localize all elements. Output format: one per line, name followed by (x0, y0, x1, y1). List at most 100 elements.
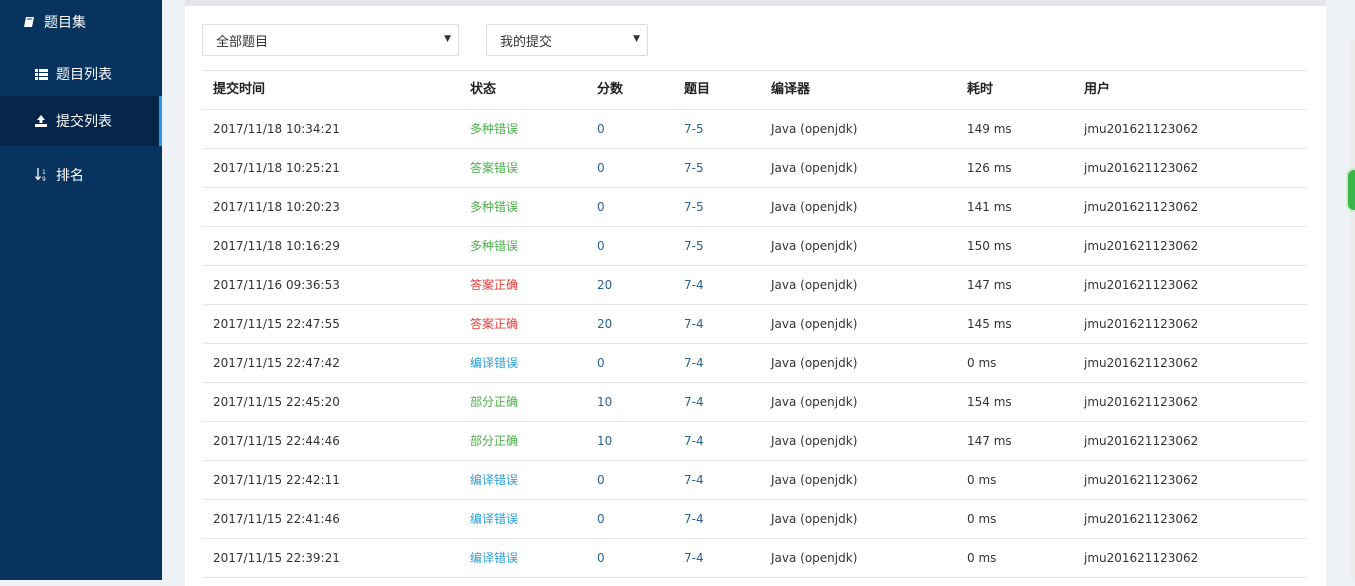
cell-submit-time: 2017/11/15 22:44:46 (213, 434, 340, 448)
table-row: 2017/11/15 22:44:46 部分正确 10 7-4 Java (openjd… (202, 422, 1307, 461)
cell-score[interactable]: 0 (597, 188, 605, 226)
cell-score[interactable]: 0 (597, 344, 605, 382)
table-header-row: 提交时间 状态 分数 题目 编译器 耗时 用户 (202, 71, 1307, 110)
cell-problem[interactable]: 7-4 (684, 305, 704, 343)
sidebar-item-label: 题目集 (44, 15, 86, 31)
cell-user: jmu201621123062 (1084, 278, 1199, 292)
cell-problem[interactable]: 7-4 (684, 383, 704, 421)
cell-problem[interactable]: 7-5 (684, 110, 704, 148)
cell-user: jmu201621123062 (1084, 434, 1199, 448)
cell-duration: 0 ms (967, 512, 997, 526)
table-row: 2017/11/18 10:16:29 多种错误 0 7-5 Java (openjdk… (202, 227, 1307, 266)
cell-duration: 147 ms (967, 434, 1012, 448)
cell-score[interactable]: 0 (597, 110, 605, 148)
sidebar-item-label: 题目列表 (56, 67, 112, 83)
cell-status[interactable]: 编译错误 (470, 539, 518, 577)
table-row: 2017/11/15 22:42:11 编译错误 0 7-4 Java (openjdk… (202, 461, 1307, 500)
cell-duration: 145 ms (967, 317, 1012, 331)
table-row: 2017/11/18 10:20:23 多种错误 0 7-5 Java (openjdk… (202, 188, 1307, 227)
cell-status[interactable]: 多种错误 (470, 227, 518, 265)
cell-duration: 141 ms (967, 200, 1012, 214)
dropdown-arrow-icon: ▼ (633, 34, 640, 44)
submission-filter-select[interactable]: 我的提交 ▼ (486, 24, 648, 56)
cell-status[interactable]: 编译错误 (470, 344, 518, 382)
cell-problem[interactable]: 7-4 (684, 500, 704, 538)
table-row: 2017/11/18 10:34:21 多种错误 0 7-5 Java (openjdk… (202, 110, 1307, 149)
header-problem[interactable]: 题目 (684, 71, 710, 109)
header-status[interactable]: 状态 (470, 71, 496, 109)
cell-duration: 0 ms (967, 551, 997, 565)
header-compiler[interactable]: 编译器 (771, 71, 810, 109)
cell-compiler: Java (openjdk) (771, 473, 858, 487)
cell-status[interactable]: 编译错误 (470, 461, 518, 499)
cell-duration: 126 ms (967, 161, 1012, 175)
svg-text:9: 9 (42, 176, 46, 182)
cell-score[interactable]: 0 (597, 539, 605, 577)
cell-score[interactable]: 0 (597, 461, 605, 499)
cell-status[interactable]: 答案正确 (470, 305, 518, 343)
sidebar-item-submission-list[interactable]: 提交列表 (0, 96, 162, 146)
table-row: 2017/11/15 22:47:55 答案正确 20 7-4 Java (openjd… (202, 305, 1307, 344)
dropdown-arrow-icon: ▼ (444, 34, 451, 44)
cell-status[interactable]: 多种错误 (470, 110, 518, 148)
cell-compiler: Java (openjdk) (771, 551, 858, 565)
sidebar-item-ranking[interactable]: 19 排名 (0, 150, 162, 200)
cell-duration: 0 ms (967, 356, 997, 370)
cell-duration: 0 ms (967, 473, 997, 487)
cell-score[interactable]: 0 (597, 149, 605, 187)
cell-submit-time: 2017/11/16 09:36:53 (213, 278, 340, 292)
cell-user: jmu201621123062 (1084, 473, 1199, 487)
cell-status[interactable]: 多种错误 (470, 188, 518, 226)
cell-user: jmu201621123062 (1084, 239, 1199, 253)
book-icon (22, 15, 36, 29)
header-user[interactable]: 用户 (1084, 71, 1110, 109)
cell-problem[interactable]: 7-5 (684, 227, 704, 265)
sort-icon: 19 (34, 168, 48, 182)
cell-problem[interactable]: 7-4 (684, 539, 704, 577)
cell-user: jmu201621123062 (1084, 551, 1199, 565)
header-duration[interactable]: 耗时 (967, 71, 993, 109)
cell-score[interactable]: 10 (597, 383, 612, 421)
upload-icon (34, 114, 48, 128)
sidebar-item-problem-list[interactable]: 题目列表 (0, 49, 162, 99)
cell-user: jmu201621123062 (1084, 395, 1199, 409)
cell-score[interactable]: 10 (597, 422, 612, 460)
cell-status[interactable]: 部分正确 (470, 422, 518, 460)
svg-text:1: 1 (42, 169, 46, 176)
sidebar-item-problem-set[interactable]: 题目集 (0, 0, 162, 47)
cell-problem[interactable]: 7-4 (684, 344, 704, 382)
cell-user: jmu201621123062 (1084, 122, 1199, 136)
cell-duration: 154 ms (967, 395, 1012, 409)
table-row: 2017/11/16 09:36:53 答案正确 20 7-4 Java (openjd… (202, 266, 1307, 305)
cell-problem[interactable]: 7-4 (684, 422, 704, 460)
cell-status[interactable]: 答案错误 (470, 149, 518, 187)
cell-problem[interactable]: 7-5 (684, 149, 704, 187)
cell-duration: 149 ms (967, 122, 1012, 136)
cell-problem[interactable]: 7-5 (684, 188, 704, 226)
cell-status[interactable]: 部分正确 (470, 383, 518, 421)
cell-status[interactable]: 编译错误 (470, 500, 518, 538)
header-score[interactable]: 分数 (597, 71, 623, 109)
table-row: 2017/11/18 10:25:21 答案错误 0 7-5 Java (openjdk… (202, 149, 1307, 188)
cell-submit-time: 2017/11/15 22:41:46 (213, 512, 340, 526)
cell-compiler: Java (openjdk) (771, 395, 858, 409)
cell-problem[interactable]: 7-4 (684, 461, 704, 499)
cell-compiler: Java (openjdk) (771, 122, 858, 136)
problem-filter-select[interactable]: 全部题目 ▼ (202, 24, 459, 56)
cell-compiler: Java (openjdk) (771, 317, 858, 331)
cell-score[interactable]: 0 (597, 227, 605, 265)
cell-submit-time: 2017/11/15 22:45:20 (213, 395, 340, 409)
submission-filter-value: 我的提交 (500, 34, 553, 50)
cell-problem[interactable]: 7-4 (684, 266, 704, 304)
cell-submit-time: 2017/11/15 22:47:42 (213, 356, 340, 370)
cell-score[interactable]: 0 (597, 500, 605, 538)
cell-score[interactable]: 20 (597, 266, 612, 304)
cell-status[interactable]: 答案正确 (470, 266, 518, 304)
cell-score[interactable]: 20 (597, 305, 612, 343)
cell-compiler: Java (openjdk) (771, 161, 858, 175)
header-submit-time[interactable]: 提交时间 (213, 71, 265, 109)
cell-user: jmu201621123062 (1084, 161, 1199, 175)
cell-submit-time: 2017/11/15 22:42:11 (213, 473, 340, 487)
cell-submit-time: 2017/11/18 10:25:21 (213, 161, 340, 175)
floating-widget[interactable] (1346, 168, 1355, 212)
